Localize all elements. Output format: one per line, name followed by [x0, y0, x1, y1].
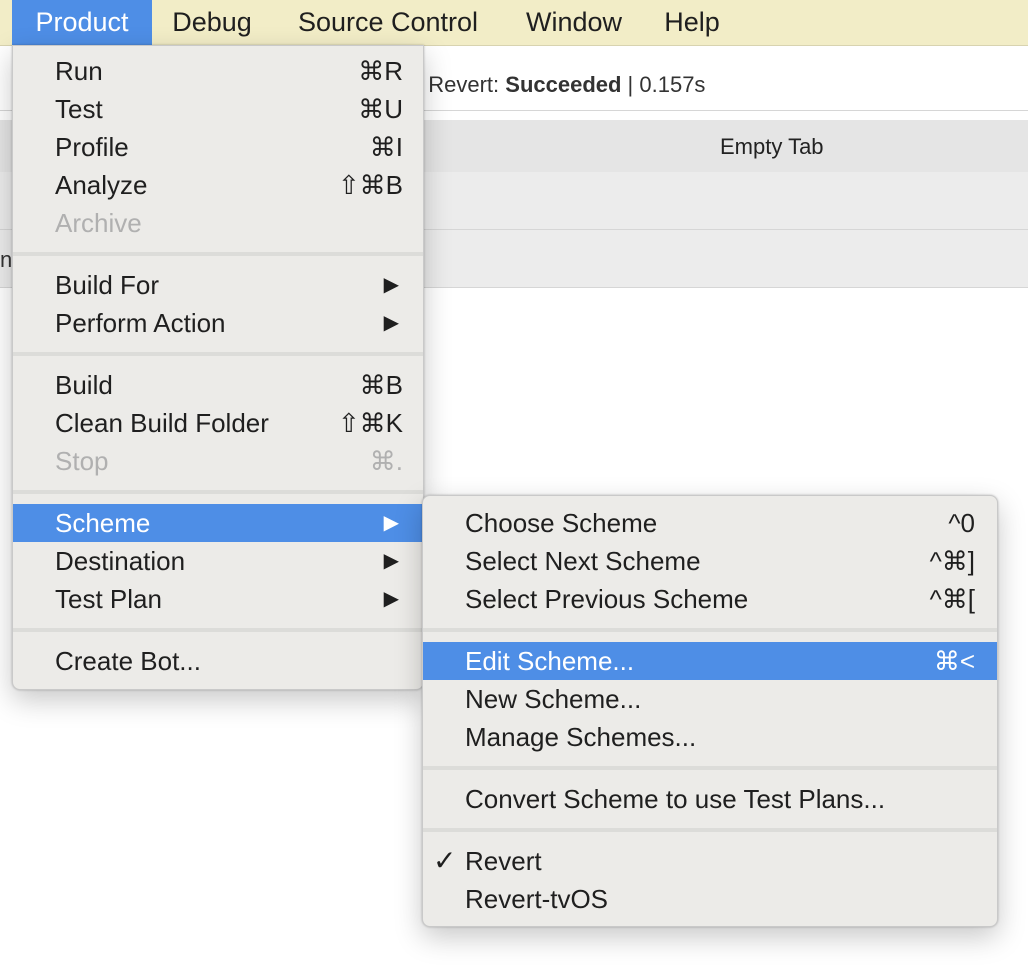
submenu-arrow-icon: ▶ — [383, 512, 399, 534]
menu-item-label: Build For — [55, 270, 160, 300]
menu-item-run[interactable]: Run ⌘R — [13, 52, 423, 90]
menu-item-test[interactable]: Test ⌘U — [13, 90, 423, 128]
menu-item-shortcut: ^⌘] — [929, 546, 975, 576]
scheme-submenu: Choose Scheme ^0 Select Next Scheme ^⌘] … — [422, 495, 998, 927]
menu-item-select-next-scheme[interactable]: Select Next Scheme ^⌘] — [423, 542, 997, 580]
menu-item-shortcut: ⌘U — [358, 94, 403, 124]
menu-item-choose-scheme[interactable]: Choose Scheme ^0 — [423, 504, 997, 542]
menu-item-scheme-revert-tvos[interactable]: Revert-tvOS — [423, 880, 997, 918]
menu-item-label: Select Next Scheme — [465, 546, 701, 576]
submenu-arrow-icon: ▶ — [383, 550, 399, 572]
menu-item-label: Clean Build Folder — [55, 408, 269, 438]
menu-item-build-for[interactable]: Build For ▶ — [13, 266, 423, 304]
menu-separator — [423, 766, 997, 770]
menu-item-label: Test — [55, 94, 103, 124]
menu-item-label: Stop — [55, 446, 109, 476]
menubar-debug[interactable]: Debug — [152, 0, 272, 45]
tab-empty[interactable]: Empty Tab — [720, 134, 824, 160]
menu-separator — [423, 828, 997, 832]
menu-item-shortcut: ⌘B — [359, 370, 403, 400]
menu-item-shortcut: ⇧⌘K — [337, 408, 403, 438]
menu-item-scheme[interactable]: Scheme ▶ — [13, 504, 423, 542]
menu-item-scheme-revert[interactable]: ✓ Revert — [423, 842, 997, 880]
menu-item-label: Run — [55, 56, 103, 86]
menu-item-label: Scheme — [55, 508, 151, 538]
build-status-result: Succeeded — [505, 72, 622, 97]
menu-item-label: Manage Schemes... — [465, 722, 697, 752]
checkmark-icon: ✓ — [433, 845, 457, 876]
menu-item-edit-scheme[interactable]: Edit Scheme... ⌘< — [423, 642, 997, 680]
menu-item-shortcut: ⌘R — [358, 56, 403, 86]
menu-item-label: Test Plan — [55, 584, 162, 614]
menu-item-new-scheme[interactable]: New Scheme... — [423, 680, 997, 718]
menu-item-archive: Archive — [13, 204, 423, 242]
menu-item-label: Choose Scheme — [465, 508, 658, 538]
menu-item-destination[interactable]: Destination ▶ — [13, 542, 423, 580]
menu-item-label: Profile — [55, 132, 129, 162]
build-status-duration: | 0.157s — [621, 72, 706, 97]
menu-separator — [13, 352, 423, 356]
menu-item-clean-build-folder[interactable]: Clean Build Folder ⇧⌘K — [13, 404, 423, 442]
menu-item-shortcut: ⌘< — [933, 646, 975, 676]
menu-item-stop: Stop ⌘. — [13, 442, 423, 480]
menu-item-label: Perform Action — [55, 308, 226, 338]
build-status-text: ld Revert: Succeeded | 0.157s — [405, 72, 705, 98]
menu-separator — [423, 628, 997, 632]
menu-item-label: New Scheme... — [465, 684, 642, 714]
menu-item-label: Edit Scheme... — [465, 646, 635, 676]
menu-item-shortcut: ^⌘[ — [929, 584, 975, 614]
menu-separator — [13, 628, 423, 632]
menu-item-shortcut: ⇧⌘B — [337, 170, 403, 200]
menu-item-test-plan[interactable]: Test Plan ▶ — [13, 580, 423, 618]
menu-item-label: Build — [55, 370, 113, 400]
menu-item-shortcut: ^0 — [948, 508, 975, 538]
menu-item-analyze[interactable]: Analyze ⇧⌘B — [13, 166, 423, 204]
menu-item-convert-scheme[interactable]: Convert Scheme to use Test Plans... — [423, 780, 997, 818]
menu-item-shortcut: ⌘I — [369, 132, 403, 162]
menu-item-select-previous-scheme[interactable]: Select Previous Scheme ^⌘[ — [423, 580, 997, 618]
menu-item-create-bot[interactable]: Create Bot... — [13, 642, 423, 680]
navigator-bar-text: n — [0, 247, 13, 272]
menu-item-label: Select Previous Scheme — [465, 584, 749, 614]
menubar-help[interactable]: Help — [644, 0, 740, 45]
menu-item-label: Archive — [55, 208, 142, 238]
submenu-arrow-icon: ▶ — [383, 588, 399, 610]
submenu-arrow-icon: ▶ — [383, 274, 399, 296]
menu-item-label: Destination — [55, 546, 186, 576]
menu-separator — [13, 252, 423, 256]
menubar-product[interactable]: Product — [12, 0, 152, 45]
menu-separator — [13, 490, 423, 494]
menu-item-label: Revert-tvOS — [465, 884, 609, 914]
menu-item-label: Revert — [465, 846, 542, 876]
product-menu: Run ⌘R Test ⌘U Profile ⌘I Analyze ⇧⌘B Ar… — [12, 45, 424, 690]
menu-item-label: Analyze — [55, 170, 148, 200]
menu-item-label: Convert Scheme to use Test Plans... — [465, 784, 886, 814]
menu-item-label: Create Bot... — [55, 646, 201, 676]
menu-bar: Product Debug Source Control Window Help — [0, 0, 1028, 46]
menu-item-manage-schemes[interactable]: Manage Schemes... — [423, 718, 997, 756]
menu-item-perform-action[interactable]: Perform Action ▶ — [13, 304, 423, 342]
menu-item-profile[interactable]: Profile ⌘I — [13, 128, 423, 166]
menu-item-build[interactable]: Build ⌘B — [13, 366, 423, 404]
menu-item-shortcut: ⌘. — [369, 446, 403, 476]
submenu-arrow-icon: ▶ — [383, 312, 399, 334]
menubar-window[interactable]: Window — [504, 0, 644, 45]
menubar-source-control[interactable]: Source Control — [272, 0, 504, 45]
